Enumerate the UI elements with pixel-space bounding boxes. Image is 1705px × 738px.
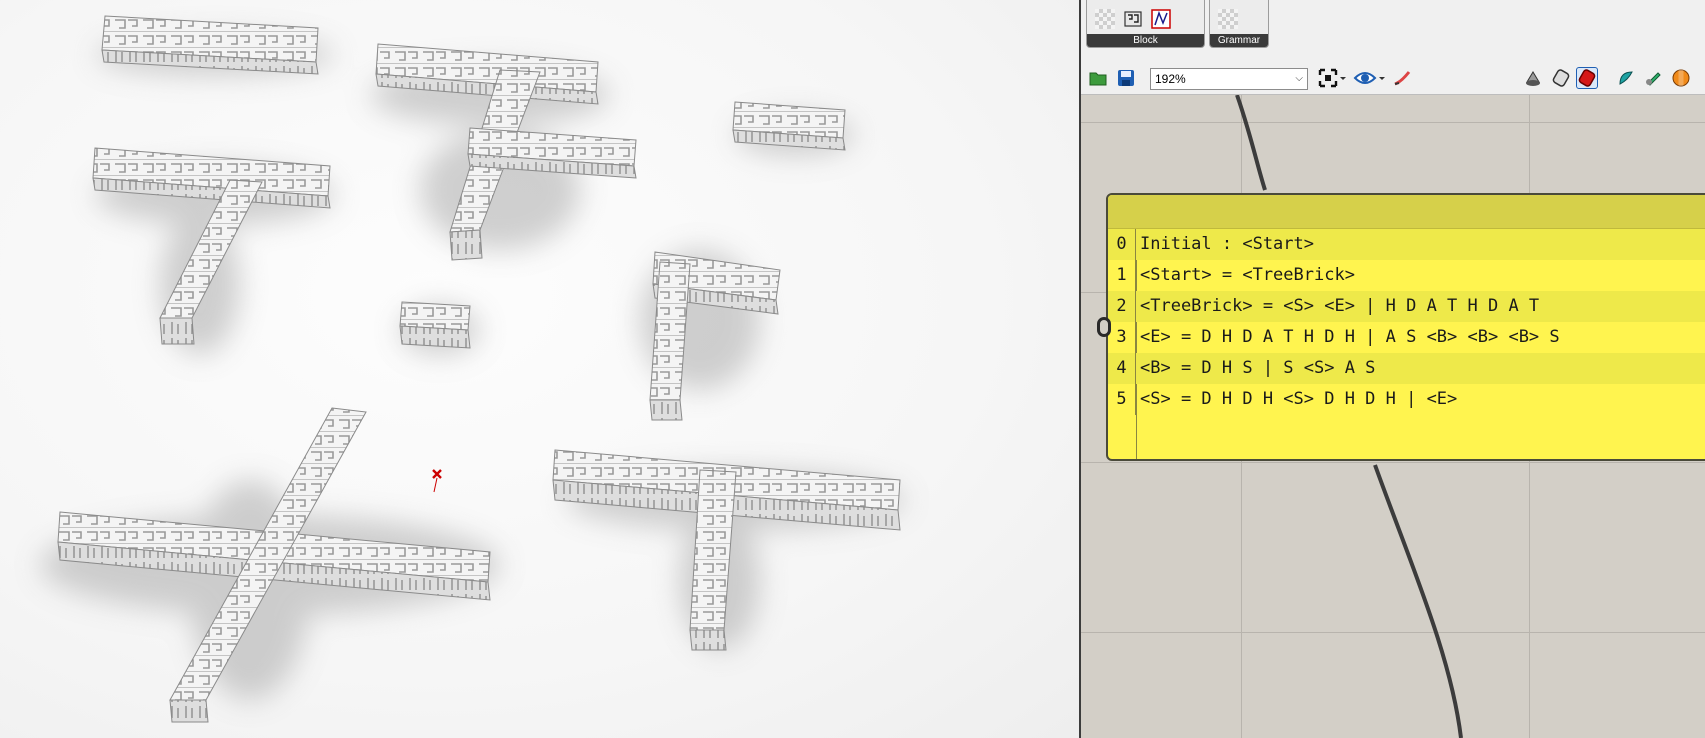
chevron-down-icon: ⌵: [1295, 73, 1303, 84]
panel-row: 3 <E> = D H D A T H D H | A S <B> <B> <B…: [1108, 322, 1705, 353]
brick-icon[interactable]: [1123, 9, 1143, 29]
panel-header[interactable]: [1108, 195, 1705, 229]
panel-row-index: 2: [1108, 291, 1136, 322]
transparency-icon[interactable]: [1095, 9, 1115, 29]
open-file-icon[interactable]: [1087, 67, 1109, 89]
ribbon-group-block: Block: [1086, 0, 1205, 48]
panel-rows: 0 Initial : <Start> 1 <Start> = <TreeBri…: [1108, 229, 1705, 415]
panel-row: 1 <Start> = <TreeBrick>: [1108, 260, 1705, 291]
rhino-viewport[interactable]: [0, 0, 1079, 738]
origin-marker-icon: [432, 469, 442, 493]
grasshopper-canvas[interactable]: 0 Initial : <Start> 1 <Start> = <TreeBri…: [1081, 95, 1705, 738]
panel-row-index: 1: [1108, 260, 1136, 291]
panel-row-text: Initial : <Start>: [1140, 234, 1314, 254]
brick-tree-render: [40, 15, 905, 723]
render-color-icon[interactable]: [1615, 67, 1637, 89]
zoom-extents-icon[interactable]: [1317, 67, 1347, 89]
transparency-icon[interactable]: [1218, 9, 1238, 29]
grasshopper-window: Block Grammar 192% ⌵ 0 Initial: <Start>…: [1079, 0, 1705, 738]
shaded-preview-icon[interactable]: [1550, 67, 1572, 89]
zoom-level-value: 192%: [1155, 72, 1186, 86]
panel-input-grip[interactable]: [1097, 317, 1111, 337]
panel-row-text: <B> = D H S | S <S> A S: [1140, 358, 1376, 378]
wireframe-preview-icon[interactable]: [1522, 67, 1544, 89]
zoom-level-dropdown[interactable]: 192% ⌵: [1150, 68, 1308, 90]
graph-icon[interactable]: [1151, 9, 1171, 29]
panel-row-text: <S> = D H D H <S> D H D H | <E>: [1140, 389, 1458, 409]
panel-row-index: 4: [1108, 353, 1136, 384]
panel-row: 0 Initial : <Start>: [1108, 229, 1705, 260]
canvas-toolbar: 192% ⌵: [1081, 61, 1705, 95]
panel-row: 4 <B> = D H S | S <S> A S: [1108, 353, 1705, 384]
sphere-icon[interactable]: [1670, 67, 1692, 89]
selected-preview-icon[interactable]: [1576, 67, 1598, 89]
panel-row: 5 <S> = D H D H <S> D H D H | <E>: [1108, 384, 1705, 415]
panel-row-text: <TreeBrick> = <S> <E> | H D A T H D A T: [1140, 296, 1540, 316]
panel-row-index: 5: [1108, 384, 1136, 415]
text-panel-grammar-rules[interactable]: 0 Initial : <Start> 1 <Start> = <TreeBri…: [1106, 193, 1705, 461]
sketch-icon[interactable]: [1391, 67, 1413, 89]
panel-row: 2 <TreeBrick> = <S> <E> | H D A T H D A …: [1108, 291, 1705, 322]
panel-row-text: <Start> = <TreeBrick>: [1140, 265, 1355, 285]
ribbon-group-grammar: Grammar: [1209, 0, 1269, 48]
paint-icon[interactable]: [1642, 67, 1664, 89]
preview-eye-icon[interactable]: [1352, 67, 1386, 89]
ribbon-group-label: Grammar: [1210, 34, 1268, 47]
panel-row-text: <E> = D H D A T H D H | A S <B> <B> <B> …: [1140, 327, 1560, 347]
panel-row-index: 3: [1108, 322, 1136, 353]
save-file-icon[interactable]: [1115, 67, 1137, 89]
ribbon-group-label: Block: [1087, 34, 1204, 47]
panel-row-index: 0: [1108, 229, 1136, 260]
